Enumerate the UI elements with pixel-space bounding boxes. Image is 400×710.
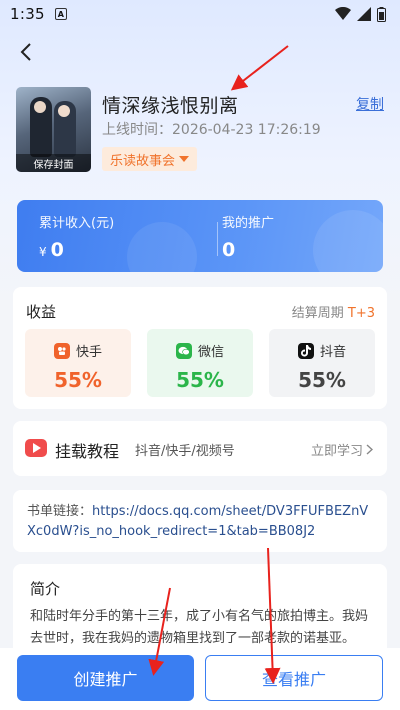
income-value: 0 (50, 239, 64, 261)
battery-icon (377, 6, 386, 22)
status-bar: 1:35 A (0, 0, 400, 28)
tutorial-subtitle: 抖音/快手/视频号 (135, 444, 235, 459)
currency-symbol: ¥ (39, 245, 47, 259)
intro-title: 简介 (30, 580, 61, 598)
platform-name: 抖音 (319, 345, 346, 360)
promo-value: 0 (222, 239, 236, 261)
view-promotion-button[interactable]: 查看推广 (205, 655, 383, 701)
platform-kuaishou: 快手 55% (25, 329, 131, 397)
cover-face (34, 101, 46, 113)
back-button[interactable] (14, 40, 38, 64)
copy-link[interactable]: 复制 (356, 94, 384, 114)
income-stat: 累计收入(元) ¥ 0 (39, 212, 114, 261)
decoration (127, 222, 197, 272)
stats-card: 累计收入(元) ¥ 0 我的推广 0 (17, 200, 383, 272)
signal-icon (357, 7, 371, 21)
wechat-icon (175, 342, 192, 359)
notification-icon: A (54, 8, 67, 20)
book-title: 情深缘浅恨别离 (102, 95, 239, 117)
back-arrow-icon (20, 43, 31, 61)
platform-percent: 55% (176, 368, 224, 392)
earnings-card: 收益 结算周期 T+3 快手 55% 微信 55% 抖音 55% (13, 287, 387, 409)
intro-text: 和陆时年分手的第十三年，成了小有名气的旅拍博主。我妈去世时，我在我妈的遗物箱里找… (30, 609, 369, 646)
author-tag[interactable]: 乐读故事会 (102, 147, 198, 171)
learn-now-label: 立即学习 (310, 444, 363, 459)
settlement-period: 结算周期 T+3 (292, 302, 375, 321)
promo-value-row: 0 (222, 239, 274, 261)
chevron-right-icon (366, 444, 373, 455)
income-value-row: ¥ 0 (39, 239, 114, 261)
cover-face (58, 105, 70, 117)
platform-douyin: 抖音 55% (269, 329, 375, 397)
platform-percent: 55% (54, 368, 102, 392)
platform-name: 快手 (75, 345, 102, 360)
book-link-label: 书单链接： (27, 504, 93, 519)
learn-now-button[interactable]: 立即学习 (311, 440, 373, 459)
video-play-icon (25, 439, 47, 457)
income-label: 累计收入(元) (39, 216, 115, 231)
kuaishou-icon (53, 342, 70, 359)
period-value: T+3 (347, 306, 375, 321)
promo-stat: 我的推广 0 (222, 212, 274, 261)
create-promotion-button[interactable]: 创建推广 (17, 655, 194, 701)
platform-name: 微信 (197, 345, 224, 360)
tutorial-title: 挂载教程 (55, 442, 120, 461)
status-time: 1:35 (10, 5, 45, 23)
divider (217, 222, 218, 256)
book-cover[interactable]: 保存封面 (16, 87, 91, 172)
wifi-icon (335, 7, 351, 20)
douyin-icon (297, 342, 314, 359)
period-label: 结算周期 (291, 306, 344, 321)
promo-label: 我的推广 (222, 216, 275, 231)
author-tag-label: 乐读故事会 (110, 153, 176, 169)
book-link-card: 书单链接：https://docs.qq.com/sheet/DV3FFUFBE… (13, 490, 387, 552)
status-icons (335, 6, 386, 22)
online-time: 上线时间：2026-04-23 17:26:19 (102, 122, 321, 138)
decoration (313, 210, 383, 272)
caret-down-icon (179, 156, 190, 162)
platform-percent: 55% (298, 368, 346, 392)
platform-wechat: 微信 55% (147, 329, 253, 397)
earnings-title: 收益 (26, 303, 57, 321)
tutorial-card[interactable]: 挂载教程 抖音/快手/视频号 立即学习 (13, 421, 387, 476)
save-cover-button[interactable]: 保存封面 (16, 154, 91, 172)
